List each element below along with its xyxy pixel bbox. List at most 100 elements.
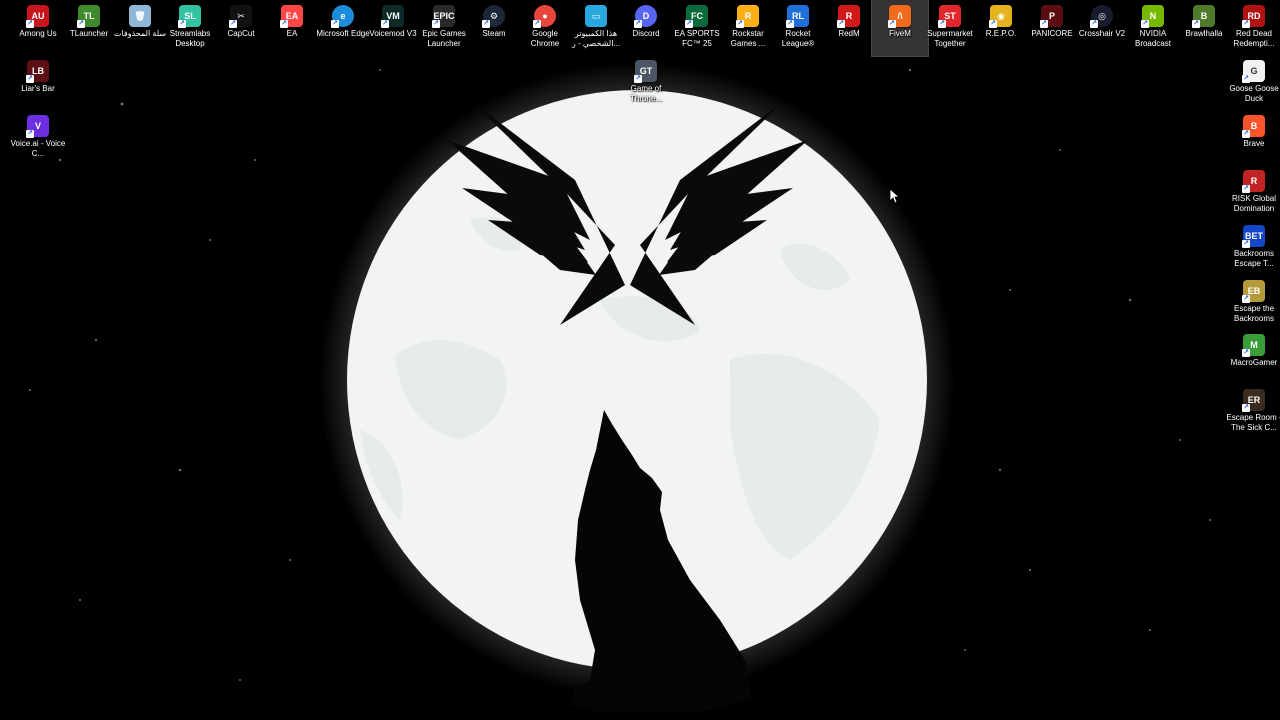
desktop-shortcut[interactable]: B ↗ Brawlhalla — [1176, 0, 1232, 56]
shortcut-label: Liar's Bar — [21, 84, 55, 93]
desktop-shortcut[interactable]: ⚙ ↗ Steam — [466, 0, 522, 56]
shortcut-label: Steam — [482, 29, 506, 38]
shortcut-label: Red Dead Redempti... — [1233, 29, 1275, 48]
streamlabs-icon: SL ↗ — [178, 5, 201, 28]
shortcut-label: EA SPORTS FC™ 25 — [674, 29, 720, 48]
desktop-shortcut[interactable]: ▭ هذا الكمبيوتر الشخصي - ر... — [568, 0, 624, 56]
macrogamer-icon: M ↗ — [1242, 334, 1265, 357]
shortcut-arrow-icon: ↗ — [1242, 240, 1250, 248]
shortcut-label: Voice.ai - Voice C... — [10, 139, 66, 158]
shortcut-arrow-icon: ↗ — [837, 20, 845, 28]
shortcut-arrow-icon: ↗ — [1192, 20, 1200, 28]
shortcut-label: Streamlabs Desktop — [169, 29, 211, 48]
desktop-shortcut[interactable]: FC ↗ EA SPORTS FC™ 25 — [669, 0, 725, 56]
rocket-league-icon: RL ↗ — [786, 5, 809, 28]
desktop-shortcut[interactable]: B ↗ Brave — [1226, 110, 1280, 166]
desktop-shortcut[interactable]: RD ↗ Red Dead Redempti... — [1226, 0, 1280, 56]
shortcut-label: CapCut — [227, 29, 255, 38]
shortcut-arrow-icon: ↗ — [1141, 20, 1149, 28]
shortcut-arrow-icon: ↗ — [1040, 20, 1048, 28]
shortcut-arrow-icon: ↗ — [280, 20, 288, 28]
desktop-shortcut[interactable]: D ↗ Discord — [618, 0, 674, 56]
repo-icon: ◉ ↗ — [989, 5, 1012, 28]
desktop-shortcut[interactable]: ST ↗ Supermarket Together — [922, 0, 978, 56]
shortcut-arrow-icon: ↗ — [331, 20, 339, 28]
desktop-shortcut[interactable]: ER ↗ Escape Room - The Sick C... — [1226, 384, 1280, 440]
desktop-shortcut[interactable]: GT ↗ Game of Throne... — [618, 55, 674, 111]
desktop-shortcut[interactable]: G ↗ Goose Goose Duck — [1226, 55, 1280, 111]
brawlhalla-icon: B ↗ — [1192, 5, 1215, 28]
desktop-shortcut[interactable]: V ↗ Voice.ai - Voice C... — [10, 110, 66, 166]
desktop-shortcut[interactable]: RL ↗ Rocket League® — [770, 0, 826, 56]
shortcut-arrow-icon: ↗ — [736, 20, 744, 28]
shortcut-label: Game of Throne... — [629, 84, 662, 103]
shortcut-label: RISK Global Domination — [1231, 194, 1277, 213]
shortcut-label: هذا الكمبيوتر الشخصي - ر... — [571, 29, 621, 48]
shortcut-label: NVIDIA Broadcast — [1134, 29, 1172, 48]
shortcut-arrow-icon: ↗ — [77, 20, 85, 28]
shortcut-arrow-icon: ↗ — [1242, 185, 1250, 193]
shortcut-label: Rockstar Games ... — [730, 29, 766, 48]
chrome-icon: ● ↗ — [533, 5, 556, 28]
ea-fc25-icon: FC ↗ — [685, 5, 708, 28]
shortcut-arrow-icon: ↗ — [178, 20, 186, 28]
desktop-shortcut[interactable]: ◎ ↗ Crosshair V2 — [1074, 0, 1130, 56]
risk-icon: R ↗ — [1242, 170, 1265, 193]
edge-icon: e ↗ — [331, 5, 354, 28]
shortcut-label: TLauncher — [69, 29, 109, 38]
desktop-shortcut[interactable]: AU ↗ Among Us — [10, 0, 66, 56]
shortcut-label: Microsoft Edge — [316, 29, 370, 38]
shortcut-label: Brave — [1243, 139, 1265, 148]
desktop-shortcut[interactable]: M ↗ MacroGamer — [1226, 329, 1280, 385]
shortcut-arrow-icon: ↗ — [938, 20, 946, 28]
liars-bar-icon: LB ↗ — [26, 60, 49, 83]
shortcut-arrow-icon: ↗ — [482, 20, 490, 28]
desktop-shortcut[interactable]: ● ↗ Google Chrome — [517, 0, 573, 56]
backrooms-escape-together-icon: BET ↗ — [1242, 225, 1265, 248]
shortcut-arrow-icon: ↗ — [26, 130, 34, 138]
voice-ai-icon: V ↗ — [26, 115, 49, 138]
shortcut-arrow-icon: ↗ — [1242, 75, 1250, 83]
shortcut-arrow-icon: ↗ — [634, 75, 642, 83]
desktop-shortcut[interactable]: LB ↗ Liar's Bar — [10, 55, 66, 111]
desktop-shortcut[interactable]: ✂ ↗ CapCut — [213, 0, 269, 56]
desktop-shortcut[interactable]: BET ↗ Backrooms Escape T... — [1226, 220, 1280, 276]
desktop-shortcut[interactable]: SL ↗ Streamlabs Desktop — [162, 0, 218, 56]
shortcut-label: Discord — [632, 29, 660, 38]
this-pc-icon: ▭ — [585, 5, 607, 27]
desktop-shortcut[interactable]: R ↗ Rockstar Games ... — [720, 0, 776, 56]
desktop-shortcut[interactable]: 🗑 سلة المحذوفات — [112, 0, 168, 56]
shortcut-label: Brawlhalla — [1185, 29, 1223, 38]
shortcut-label: Crosshair V2 — [1078, 29, 1126, 38]
shortcut-arrow-icon: ↗ — [1242, 404, 1250, 412]
nvidia-broadcast-icon: N ↗ — [1141, 5, 1164, 28]
shortcut-label: Goose Goose Duck — [1229, 84, 1279, 103]
shortcut-label: MacroGamer — [1230, 358, 1278, 367]
shortcut-label: Voicemod V3 — [369, 29, 417, 38]
shortcut-arrow-icon: ↗ — [685, 20, 693, 28]
desktop-shortcut[interactable]: e ↗ Microsoft Edge — [315, 0, 371, 56]
shortcut-arrow-icon: ↗ — [1242, 295, 1250, 303]
shortcut-label: Rocket League® — [781, 29, 815, 48]
shortcut-label: سلة المحذوفات — [113, 29, 167, 38]
shortcut-arrow-icon: ↗ — [1242, 20, 1250, 28]
desktop-shortcut[interactable]: ◉ ↗ R.E.P.O. — [973, 0, 1029, 56]
desktop-shortcut[interactable]: EA ↗ EA — [264, 0, 320, 56]
game-of-thrones-icon: GT ↗ — [634, 60, 657, 83]
desktop-shortcut[interactable]: /\ ↗ FiveM — [871, 0, 929, 57]
shortcut-label: R.E.P.O. — [985, 29, 1017, 38]
desktop-shortcut[interactable]: P ↗ PANICORE — [1024, 0, 1080, 56]
desktop-shortcut[interactable]: EB ↗ Escape the Backrooms — [1226, 275, 1280, 331]
desktop-shortcut[interactable]: TL ↗ TLauncher — [61, 0, 117, 56]
brave-icon: B ↗ — [1242, 115, 1265, 138]
desktop-shortcut[interactable]: N ↗ NVIDIA Broadcast — [1125, 0, 1181, 56]
capcut-icon: ✂ ↗ — [229, 5, 252, 28]
shortcut-label: Epic Games Launcher — [422, 29, 466, 48]
shortcut-label: Backrooms Escape T... — [1233, 249, 1274, 268]
shortcut-arrow-icon: ↗ — [888, 20, 896, 28]
desktop-shortcut[interactable]: R ↗ RISK Global Domination — [1226, 165, 1280, 221]
desktop-shortcut[interactable]: EPIC ↗ Epic Games Launcher — [416, 0, 472, 56]
supermarket-together-icon: ST ↗ — [938, 5, 961, 28]
desktop-shortcut[interactable]: R ↗ RedM — [821, 0, 877, 56]
desktop-shortcut[interactable]: VM ↗ Voicemod V3 — [365, 0, 421, 56]
